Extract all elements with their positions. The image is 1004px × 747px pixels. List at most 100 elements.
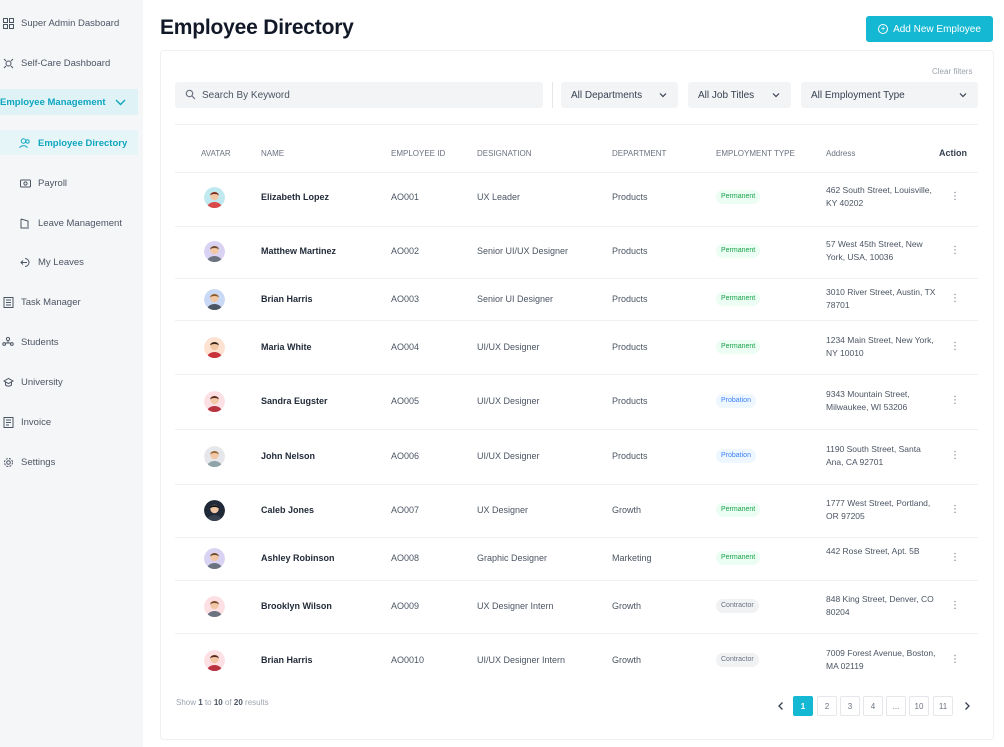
job-titles-select[interactable]: All Job Titles <box>688 82 791 108</box>
more-actions-icon[interactable]: ⋮ <box>950 245 960 257</box>
employee-name: Elizabeth Lopez <box>261 192 330 202</box>
add-new-employee-label: Add New Employee <box>893 23 981 35</box>
pagination-page-1[interactable]: 1 <box>793 696 813 716</box>
search-box[interactable] <box>175 82 543 108</box>
avatar-portrait <box>204 650 225 671</box>
employee-designation: Senior UI Designer <box>477 294 554 304</box>
avatar <box>204 596 225 617</box>
sidebar-item-employee-directory[interactable]: Employee Directory <box>19 137 127 149</box>
sidebar-item-label: My Leaves <box>38 256 84 268</box>
employment-type-badge: Permanent <box>716 503 761 517</box>
employee-address: 442 Rose Street, Apt. 5B <box>826 546 920 556</box>
sidebar-item-my-leaves[interactable]: My Leaves <box>19 256 84 268</box>
pagination-prev-button[interactable] <box>775 696 787 716</box>
sidebar-item-label: Students <box>21 336 59 348</box>
employee-designation: UI/UX Designer <box>477 396 540 406</box>
sidebar-item-students[interactable]: Students <box>2 336 59 348</box>
plus-circle-icon: + <box>878 24 889 34</box>
sidebar-item-super-admin-dashboard[interactable]: Super Admin Dasboard <box>2 17 119 29</box>
employment-type-badge: Permanent <box>716 292 761 306</box>
avatar <box>204 337 225 358</box>
sidebar-group-employee-management[interactable]: Employee Management <box>0 89 138 115</box>
avatar <box>204 500 225 521</box>
page-title: Employee Directory <box>160 16 354 39</box>
avatar-portrait <box>204 337 225 358</box>
employment-type-badge: Probation <box>716 449 756 463</box>
sidebar-item-label: Invoice <box>21 416 52 428</box>
self-care-icon <box>2 57 14 69</box>
employee-address: 57 West 45th Street, New York, USA, 1003… <box>826 239 923 262</box>
clear-filters-link[interactable]: Clear filters <box>932 67 972 76</box>
column-header-action: Action <box>939 148 967 158</box>
sidebar-item-label: Employee Management <box>0 96 106 108</box>
sidebar-item-label: Payroll <box>38 177 68 189</box>
employee-address: 1234 Main Street, New York, NY 10010 <box>826 335 934 358</box>
pagination-page-4[interactable]: 4 <box>863 696 883 716</box>
search-input[interactable] <box>202 89 522 101</box>
more-actions-icon[interactable]: ⋮ <box>950 504 960 516</box>
more-actions-icon[interactable]: ⋮ <box>950 293 960 305</box>
employee-name: Brooklyn Wilson <box>261 601 332 611</box>
sidebar-item-university[interactable]: University <box>2 376 63 388</box>
more-actions-icon[interactable]: ⋮ <box>950 191 960 203</box>
employee-id: AO009 <box>391 601 420 611</box>
employment-type-badge: Permanent <box>716 340 761 354</box>
row-divider <box>175 633 978 634</box>
employee-address: 848 King Street, Denver, CO 80204 <box>826 594 934 617</box>
column-header-designation: DESIGNATION <box>477 149 532 158</box>
pagination-next-button[interactable] <box>961 696 973 716</box>
employment-type-badge: Contractor <box>716 599 759 613</box>
employee-designation: UI/UX Designer Intern <box>477 655 566 665</box>
row-divider <box>175 278 978 279</box>
employee-department: Products <box>612 451 648 461</box>
results-prefix: Show <box>176 698 197 707</box>
employee-department: Products <box>612 342 648 352</box>
avatar-portrait <box>204 241 225 262</box>
row-divider <box>175 172 978 173</box>
results-of-word: of <box>224 698 232 707</box>
table-header <box>175 124 978 172</box>
pagination-page-11[interactable]: 11 <box>933 696 953 716</box>
sidebar-item-invoice[interactable]: Invoice <box>2 416 51 428</box>
more-actions-icon[interactable]: ⋮ <box>950 552 960 564</box>
avatar-portrait <box>204 446 225 467</box>
sidebar-item-leave-management[interactable]: Leave Management <box>19 217 122 229</box>
column-header-employment-type: EMPLOYMENT TYPE <box>716 149 795 158</box>
column-header-avatar: AVATAR <box>201 149 231 158</box>
employee-address: 3010 River Street, Austin, TX 78701 <box>826 287 936 310</box>
pagination-page-3[interactable]: 3 <box>840 696 860 716</box>
row-divider <box>175 429 978 430</box>
results-suffix: results <box>245 698 269 707</box>
employee-id: AO004 <box>391 342 420 352</box>
avatar <box>204 391 225 412</box>
employment-type-select[interactable]: All Employment Type <box>801 82 978 108</box>
more-actions-icon[interactable]: ⋮ <box>950 395 960 407</box>
sidebar-item-payroll[interactable]: Payroll <box>19 177 67 189</box>
avatar-portrait <box>204 500 225 521</box>
employee-designation: UX Designer Intern <box>477 601 554 611</box>
departments-select[interactable]: All Departments <box>561 82 678 108</box>
employment-type-badge: Probation <box>716 394 756 408</box>
more-actions-icon[interactable]: ⋮ <box>950 600 960 612</box>
pagination-ellipsis[interactable]: ... <box>886 696 906 716</box>
employee-address: 1777 West Street, Portland, OR 97205 <box>826 498 931 521</box>
employment-type-badge: Permanent <box>716 551 761 565</box>
employee-department: Marketing <box>612 553 652 563</box>
employee-name: Matthew Martinez <box>261 246 337 256</box>
pagination-page-10[interactable]: 10 <box>909 696 929 716</box>
sidebar-item-settings[interactable]: Settings <box>2 456 55 468</box>
sidebar-item-self-care-dashboard[interactable]: Self-Care Dashboard <box>2 57 110 69</box>
university-icon <box>2 376 14 388</box>
more-actions-icon[interactable]: ⋮ <box>950 341 960 353</box>
add-new-employee-button[interactable]: + Add New Employee <box>866 16 993 42</box>
pagination-page-2[interactable]: 2 <box>817 696 837 716</box>
filter-divider <box>552 82 553 108</box>
employee-department: Products <box>612 294 648 304</box>
row-divider <box>175 226 978 227</box>
sidebar-item-task-manager[interactable]: Task Manager <box>2 296 81 308</box>
sidebar-item-label: Task Manager <box>21 296 81 308</box>
search-icon <box>185 89 197 101</box>
employee-name: Ashley Robinson <box>261 553 335 563</box>
more-actions-icon[interactable]: ⋮ <box>950 654 960 666</box>
more-actions-icon[interactable]: ⋮ <box>950 450 960 462</box>
